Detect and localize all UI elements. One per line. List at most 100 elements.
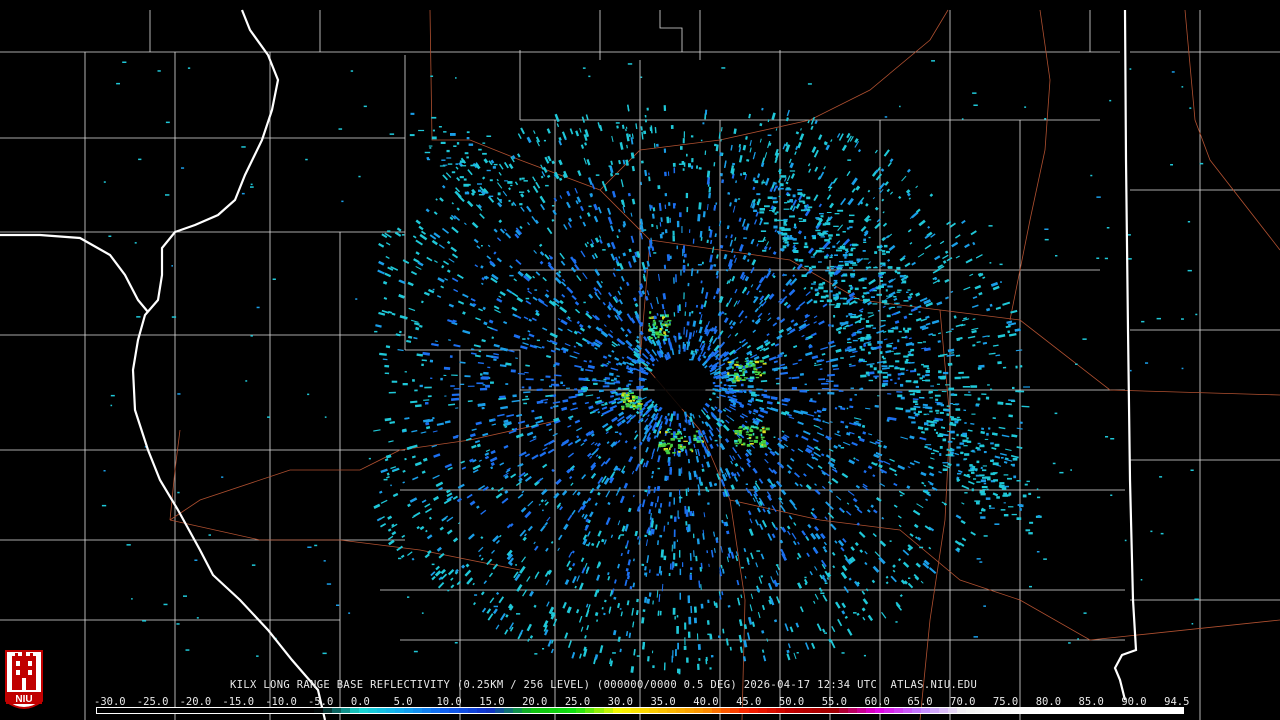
radar-echo bbox=[897, 558, 902, 562]
radar-echo bbox=[532, 275, 536, 279]
radar-echo bbox=[649, 205, 653, 209]
radar-echo bbox=[844, 326, 848, 328]
radar-echo bbox=[879, 351, 883, 355]
radar-echo bbox=[603, 184, 608, 192]
radar-echo bbox=[591, 449, 598, 456]
radar-echo bbox=[896, 306, 902, 308]
radar-echo bbox=[440, 573, 447, 580]
radar-echo-core bbox=[659, 431, 661, 434]
radar-echo bbox=[821, 352, 826, 356]
radar-echo-core bbox=[631, 403, 636, 406]
legend-color-step bbox=[168, 708, 178, 713]
radar-echo bbox=[702, 533, 705, 540]
radar-echo bbox=[609, 329, 613, 333]
radar-echo bbox=[1019, 365, 1023, 368]
radar-echo bbox=[619, 495, 625, 504]
legend-color-step bbox=[367, 708, 377, 713]
radar-echo bbox=[622, 159, 626, 165]
radar-echo bbox=[844, 263, 849, 266]
radar-echo bbox=[481, 406, 485, 410]
radar-echo bbox=[404, 417, 410, 420]
radar-echo bbox=[597, 530, 602, 537]
legend-label: 60.0 bbox=[864, 696, 890, 708]
radar-echo bbox=[853, 417, 862, 421]
legend-color-step bbox=[268, 708, 278, 713]
radar-echo bbox=[854, 542, 859, 547]
radar-echo bbox=[616, 375, 620, 378]
radar-echo bbox=[425, 402, 429, 405]
radar-echo bbox=[1003, 461, 1008, 464]
radar-echo bbox=[744, 315, 748, 319]
radar-echo bbox=[844, 425, 849, 429]
radar-echo bbox=[827, 323, 832, 327]
radar-echo bbox=[833, 296, 838, 300]
radar-echo bbox=[580, 368, 584, 372]
radar-echo bbox=[841, 610, 846, 615]
radar-echo bbox=[549, 385, 552, 388]
legend-label: 90.0 bbox=[1121, 696, 1147, 708]
radar-echo bbox=[868, 314, 875, 318]
radar-echo bbox=[585, 114, 589, 120]
radar-echo bbox=[981, 393, 987, 395]
radar-echo bbox=[889, 458, 895, 462]
radar-echo bbox=[636, 610, 639, 615]
radar-echo bbox=[382, 280, 388, 285]
radar-echo bbox=[946, 220, 952, 226]
radar-echo bbox=[395, 333, 401, 337]
radar-echo bbox=[846, 502, 850, 505]
radar-echo bbox=[707, 502, 710, 505]
radar-echo bbox=[801, 334, 805, 338]
radar-echo bbox=[585, 312, 593, 320]
radar-echo bbox=[391, 380, 398, 383]
radar-echo bbox=[961, 118, 964, 120]
radar-echo bbox=[661, 232, 665, 235]
radar-echo bbox=[451, 253, 459, 259]
radar-echo-core bbox=[656, 325, 658, 328]
radar-echo bbox=[687, 282, 690, 287]
radar-echo bbox=[504, 629, 509, 635]
legend-label: 45.0 bbox=[736, 696, 762, 708]
radar-echo bbox=[679, 568, 682, 576]
radar-echo bbox=[702, 122, 705, 125]
radar-echo bbox=[977, 397, 981, 401]
radar-echo bbox=[770, 407, 779, 412]
radar-echo bbox=[679, 550, 681, 558]
radar-echo bbox=[776, 230, 780, 233]
radar-echo bbox=[640, 232, 643, 240]
radar-echo-core bbox=[749, 427, 752, 430]
radar-echo bbox=[877, 459, 884, 463]
radar-echo bbox=[736, 471, 741, 477]
radar-echo bbox=[625, 126, 628, 129]
radar-echo bbox=[710, 239, 713, 245]
radar-echo bbox=[1077, 638, 1079, 640]
radar-echo bbox=[874, 149, 878, 154]
radar-echo bbox=[543, 620, 549, 628]
radar-echo-core bbox=[677, 439, 681, 442]
radar-echo bbox=[725, 514, 729, 520]
radar-echo bbox=[658, 202, 662, 212]
radar-echo bbox=[897, 339, 900, 343]
radar-echo bbox=[733, 369, 737, 372]
radar-echo bbox=[846, 510, 852, 516]
radar-echo bbox=[860, 348, 865, 351]
radar-echo bbox=[1010, 400, 1016, 402]
radar-echo bbox=[698, 658, 701, 661]
radar-echo bbox=[644, 596, 648, 603]
radar-echo bbox=[834, 254, 838, 256]
radar-echo bbox=[701, 463, 704, 468]
radar-echo bbox=[806, 208, 810, 211]
radar-echo bbox=[452, 495, 458, 500]
radar-echo-core bbox=[625, 405, 630, 408]
radar-echo bbox=[411, 557, 415, 561]
radar-echo bbox=[708, 226, 711, 230]
radar-echo bbox=[814, 166, 819, 172]
radar-echo bbox=[446, 269, 451, 273]
radar-echo bbox=[898, 330, 902, 333]
radar-echo bbox=[807, 247, 815, 254]
radar-echo bbox=[842, 238, 851, 246]
radar-echo bbox=[499, 199, 502, 202]
radar-echo-core bbox=[734, 430, 739, 433]
radar-echo bbox=[471, 428, 477, 432]
state-borders bbox=[0, 9, 1138, 720]
radar-echo bbox=[806, 552, 810, 557]
